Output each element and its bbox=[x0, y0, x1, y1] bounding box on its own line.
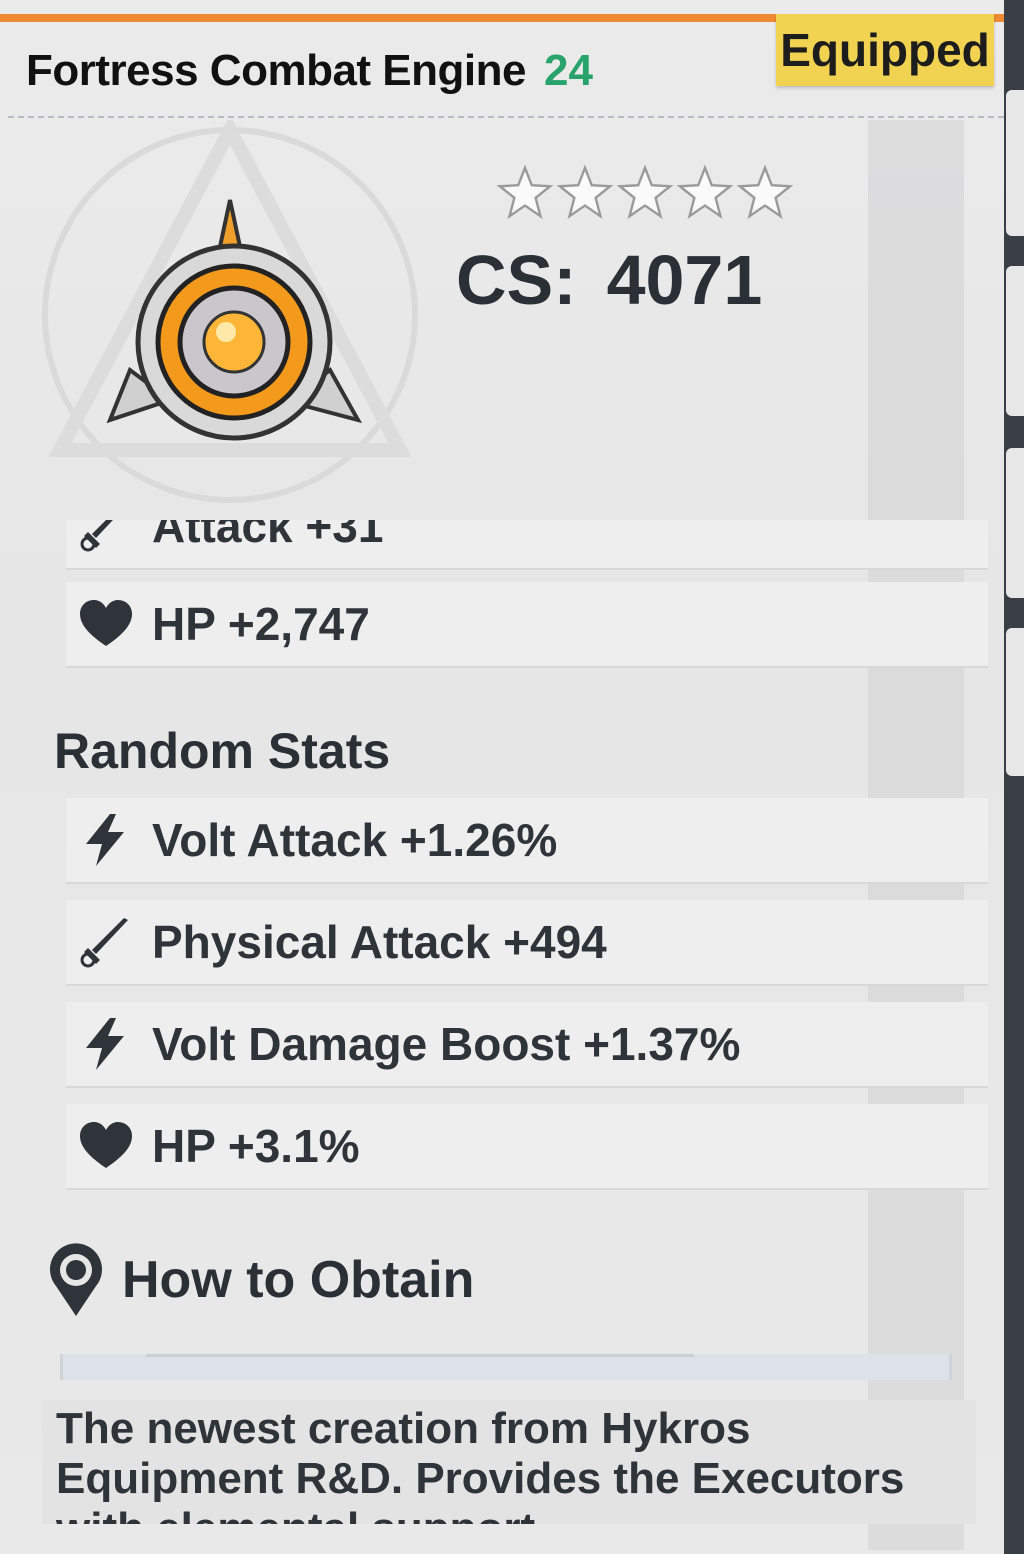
cs-value: 4071 bbox=[606, 241, 763, 319]
how-to-obtain-title: How to Obtain bbox=[122, 1251, 475, 1309]
lightning-icon bbox=[86, 1018, 124, 1070]
star-icon bbox=[496, 164, 554, 220]
stat-row: HP +2,747 bbox=[66, 582, 988, 668]
sword-icon bbox=[80, 918, 128, 968]
sword-icon bbox=[80, 520, 113, 552]
equipped-badge: Equipped bbox=[776, 14, 994, 86]
cs-label: CS: bbox=[456, 241, 577, 319]
heart-icon bbox=[80, 600, 132, 646]
random-stats-title: Random Stats bbox=[54, 723, 391, 779]
title-divider bbox=[8, 116, 1004, 118]
stat-label: HP +3.1% bbox=[152, 1120, 360, 1172]
item-description[interactable]: The newest creation from Hykros Equipmen… bbox=[42, 1400, 976, 1524]
side-card[interactable] bbox=[1006, 628, 1024, 776]
combat-score: CS: 4071 bbox=[456, 240, 762, 320]
stat-row: Volt Attack +1.26% bbox=[66, 798, 988, 884]
item-emblem-icon bbox=[42, 120, 418, 503]
item-name: Fortress Combat Engine bbox=[26, 46, 526, 95]
side-card[interactable] bbox=[1006, 448, 1024, 598]
stat-label: HP +2,747 bbox=[152, 598, 370, 650]
side-card[interactable] bbox=[1006, 266, 1024, 416]
side-card[interactable] bbox=[1006, 90, 1024, 236]
description-text: The newest creation from Hykros Equipmen… bbox=[56, 1404, 905, 1524]
stat-row: Volt Damage Boost +1.37% bbox=[66, 1002, 988, 1088]
slot-divider bbox=[146, 1354, 694, 1357]
star-icon bbox=[616, 164, 674, 220]
stat-row: Physical Attack +494 bbox=[66, 900, 988, 986]
star-icon bbox=[736, 164, 794, 220]
star-icon bbox=[556, 164, 614, 220]
lightning-icon bbox=[86, 814, 124, 866]
item-level: 24 bbox=[543, 46, 593, 95]
item-title: Fortress Combat Engine 24 bbox=[26, 46, 593, 106]
stat-label: Attack +31 bbox=[152, 520, 384, 552]
heart-icon bbox=[80, 1122, 132, 1168]
stat-label: Volt Damage Boost +1.37% bbox=[152, 1018, 741, 1070]
how-to-obtain-header: How to Obtain bbox=[44, 1242, 474, 1318]
location-pin-icon bbox=[50, 1243, 102, 1316]
stat-row: HP +3.1% bbox=[66, 1104, 988, 1190]
stat-label: Volt Attack +1.26% bbox=[152, 814, 558, 866]
stat-label: Physical Attack +494 bbox=[152, 916, 607, 968]
base-stats-list[interactable]: Attack +31 HP +2,747 bbox=[0, 520, 1004, 670]
item-detail-panel: Fortress Combat Engine 24 Equipped CS: 4… bbox=[0, 0, 1004, 1554]
rarity-stars bbox=[496, 164, 794, 222]
obtain-source-slot[interactable] bbox=[60, 1354, 952, 1380]
stat-row: Attack +31 bbox=[66, 520, 988, 570]
star-icon bbox=[676, 164, 734, 220]
